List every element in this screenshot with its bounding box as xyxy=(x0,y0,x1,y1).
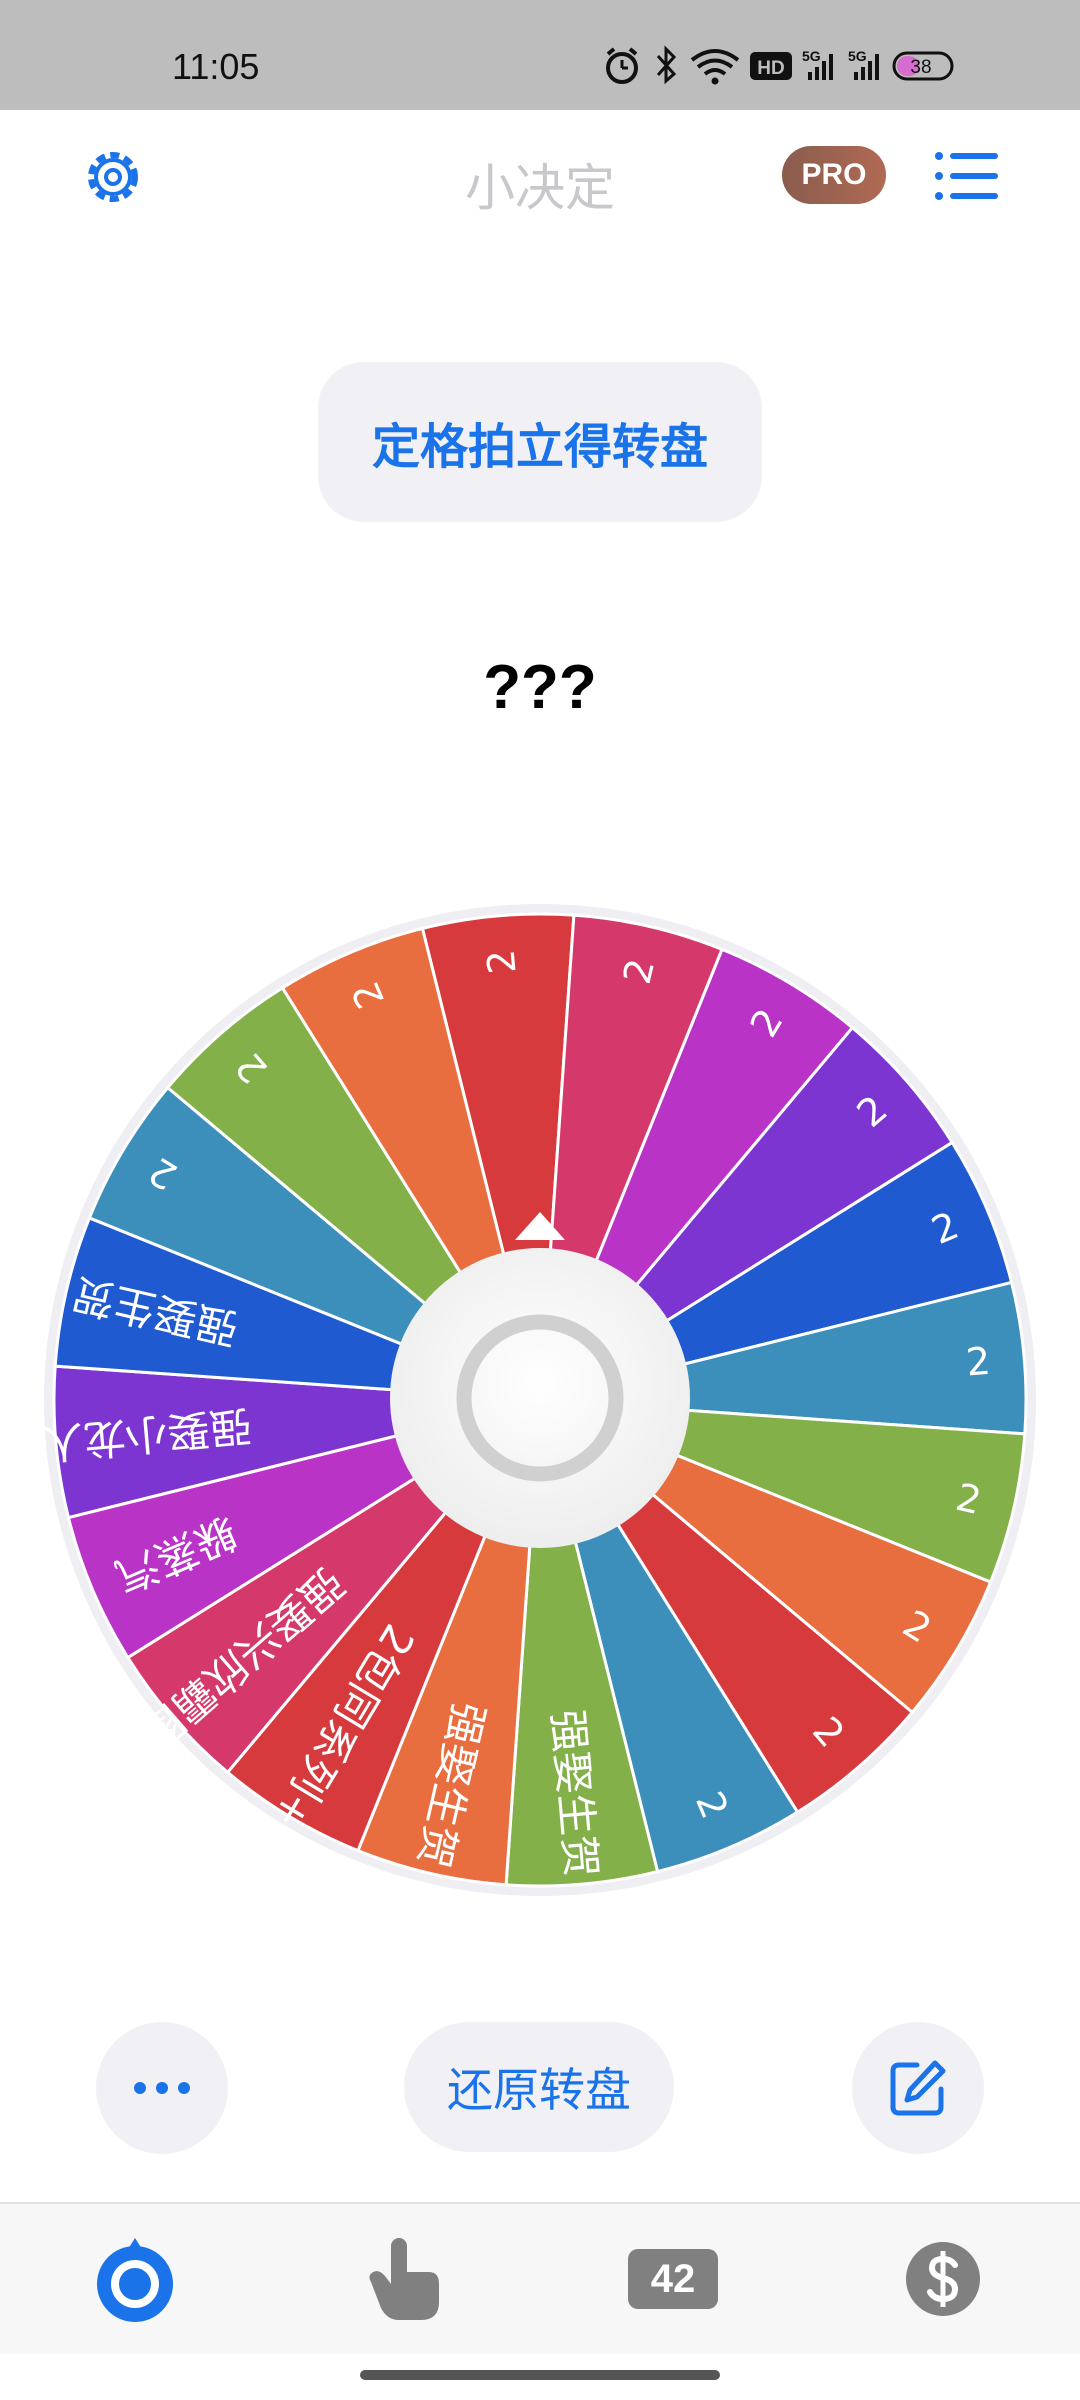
wifi-icon xyxy=(690,49,740,85)
tab-wheel[interactable] xyxy=(90,2234,180,2324)
wheel-tab-icon xyxy=(97,2238,173,2322)
tab-finger[interactable] xyxy=(360,2234,450,2324)
spin-result: ??? xyxy=(483,653,597,722)
home-indicator[interactable] xyxy=(360,2370,720,2380)
reset-wheel-button[interactable]: 还原转盘 xyxy=(404,2022,674,2152)
edit-button[interactable] xyxy=(852,2022,984,2154)
hd-label: HD xyxy=(757,58,784,79)
signal-icon-1: 5G xyxy=(802,48,833,80)
more-button[interactable] xyxy=(96,2022,228,2154)
tab-bar: 42 xyxy=(0,2202,1080,2354)
network-label-2: 5G xyxy=(848,48,867,64)
ellipsis-icon xyxy=(134,2082,190,2094)
pro-badge[interactable]: PRO xyxy=(782,146,886,204)
tab-count[interactable]: 42 xyxy=(628,2234,718,2324)
hd-icon: HD xyxy=(750,52,792,80)
wheel-segment-label: 2 xyxy=(479,948,525,976)
signal-icon-2: 5G xyxy=(848,48,879,80)
count-label: 42 xyxy=(650,2256,696,2301)
tab-pricing[interactable] xyxy=(898,2234,988,2324)
network-label-1: 5G xyxy=(802,48,821,64)
count-badge-icon: 42 xyxy=(628,2249,718,2309)
app-title: 小决定 xyxy=(465,159,615,217)
pointing-hand-icon xyxy=(369,2238,439,2320)
bluetooth-icon xyxy=(656,45,677,85)
status-bar: 11:05 HD 5G 5G 38 xyxy=(0,0,1080,110)
wheel-list-icon[interactable] xyxy=(934,150,1000,202)
battery-level: 38 xyxy=(910,57,931,78)
battery-icon: 38 xyxy=(892,51,954,81)
status-icons: HD 5G 5G 38 xyxy=(606,45,954,85)
dollar-icon xyxy=(906,2242,980,2316)
wheel-segment-label: 2 xyxy=(964,1339,992,1385)
spin-wheel[interactable]: 2 222222222强娶生贺强娶生贺2包同系列+2强娶兴欣霸图躲蒸汽强娶小龙人强… xyxy=(40,900,1040,1900)
edit-icon xyxy=(890,2060,946,2116)
wheel-name-button[interactable]: 定格拍立得转盘 xyxy=(318,362,762,522)
status-time: 11:05 xyxy=(172,46,260,87)
alarm-icon xyxy=(606,47,638,84)
